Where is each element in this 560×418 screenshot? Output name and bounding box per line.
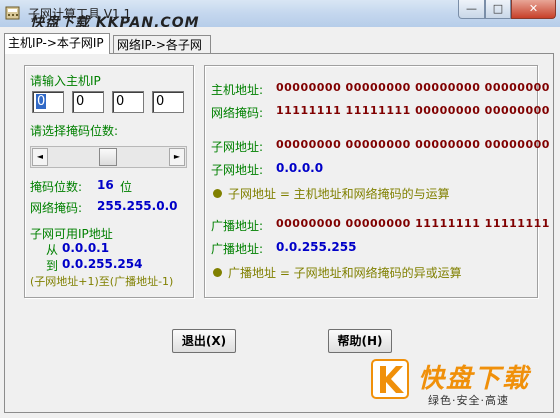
- brand-tagline: 绿色·安全·高速: [428, 394, 509, 407]
- range-note: (子网地址+1)至(广播地址-1): [30, 275, 174, 288]
- host-address-bits: 00000000 00000000 00000000 00000000: [276, 81, 550, 94]
- mask-bits-slider[interactable]: ◄ ►: [30, 146, 187, 168]
- mask-bits-value: 16: [97, 178, 114, 192]
- tab-network-to-subnets[interactable]: 网络IP->各子网IP: [113, 35, 211, 70]
- broadcast-bits: 00000000 00000000 11111111 11111111: [276, 217, 550, 230]
- exit-button[interactable]: 退出(X): [172, 329, 236, 353]
- mask-bits-label: 掩码位数:: [30, 180, 83, 194]
- tab-host-to-subnet[interactable]: 主机IP->本子网IP: [4, 33, 110, 54]
- host-address-label: 主机地址:: [211, 83, 264, 97]
- netmask-value: 255.255.0.0: [97, 199, 178, 213]
- title-bar: 子网计算工具 V1.1 快盘下载 KKPAN.COM — □ ✕: [0, 0, 560, 31]
- broadcast-address-label: 广播地址:: [211, 242, 264, 256]
- to-label: 到: [46, 259, 59, 273]
- slider-thumb[interactable]: [99, 148, 117, 166]
- ip-octet-3-input[interactable]: 0: [112, 91, 144, 113]
- host-ip-label: 请输入主机IP: [30, 74, 101, 88]
- bullet-icon: [213, 189, 222, 198]
- from-label: 从: [46, 243, 59, 257]
- subnet-address-label: 子网地址:: [211, 163, 264, 177]
- broadcast-label: 广播地址:: [211, 219, 264, 233]
- netmask-label: 网络掩码:: [30, 201, 83, 215]
- bullet-icon: [213, 268, 222, 277]
- slider-left-arrow-icon[interactable]: ◄: [32, 148, 48, 166]
- minimize-button[interactable]: —: [458, 0, 485, 19]
- mask-bits: 11111111 11111111 00000000 00000000: [276, 104, 550, 117]
- ip-octet-4-input[interactable]: 0: [152, 91, 184, 113]
- brand-logo: 快盘下载 绿色·安全·高速: [362, 352, 558, 416]
- help-button[interactable]: 帮助(H): [328, 329, 392, 353]
- from-ip-value: 0.0.0.1: [62, 241, 110, 255]
- usable-ip-label: 子网可用IP地址: [30, 227, 113, 241]
- slider-right-arrow-icon[interactable]: ►: [169, 148, 185, 166]
- to-ip-value: 0.0.255.254: [62, 257, 143, 271]
- app-icon: [5, 6, 20, 20]
- ip-octet-1-input[interactable]: 0: [32, 91, 64, 113]
- subnet-formula-note: 子网地址 = 主机地址和网络掩码的与运算: [213, 185, 450, 202]
- subnet-bits: 00000000 00000000 00000000 00000000: [276, 138, 550, 151]
- ip-octet-2-input[interactable]: 0: [72, 91, 104, 113]
- brand-name: 快盘下载: [418, 364, 531, 394]
- brand-k-icon: [371, 359, 409, 399]
- broadcast-formula-note: 广播地址 = 子网地址和网络掩码的异或运算: [213, 264, 462, 281]
- broadcast-address-value: 0.0.255.255: [276, 240, 357, 254]
- maximize-button[interactable]: □: [485, 0, 511, 19]
- mask-bits-prompt: 请选择掩码位数:: [30, 124, 119, 138]
- mask-label: 网络掩码:: [211, 106, 264, 120]
- mask-bits-unit: 位: [120, 180, 133, 194]
- subnet-label: 子网地址:: [211, 140, 264, 154]
- subnet-address-value: 0.0.0.0: [276, 161, 324, 175]
- close-button[interactable]: ✕: [511, 0, 556, 19]
